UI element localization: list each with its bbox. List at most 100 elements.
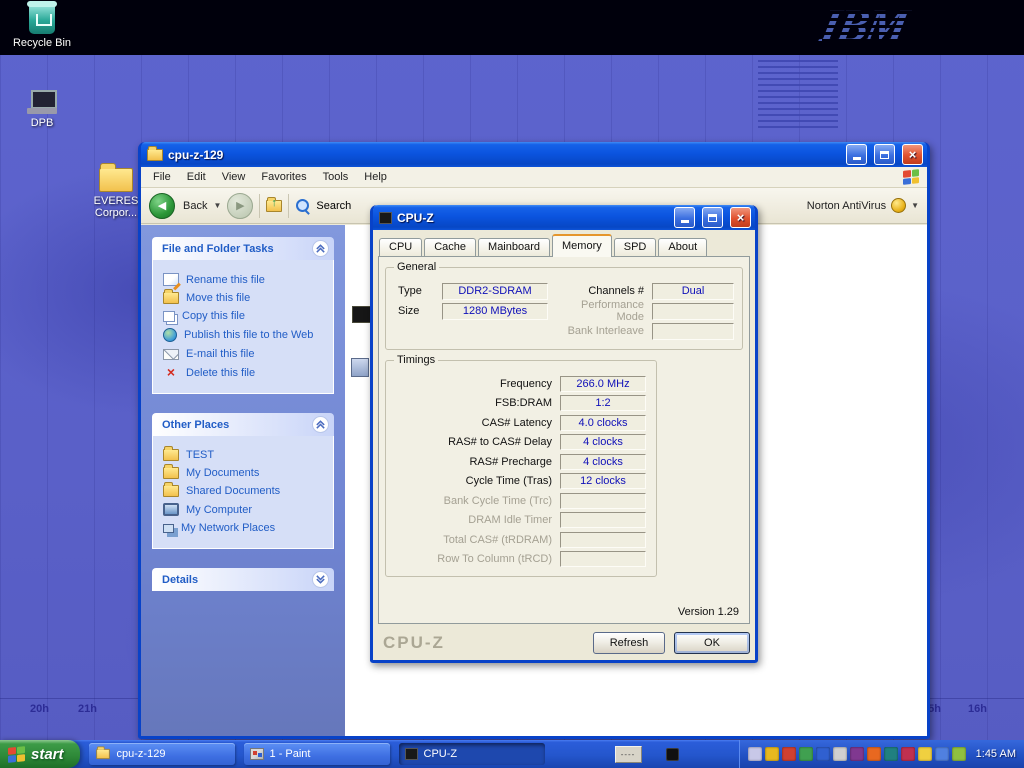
performance-mode-label: Performance Mode: [556, 299, 644, 323]
cpuz-titlebar[interactable]: CPU-Z ×: [373, 205, 755, 230]
menu-view[interactable]: View: [214, 169, 254, 185]
place-my-documents[interactable]: My Documents: [163, 467, 327, 479]
groupbox-title: General: [394, 261, 439, 273]
taskbar-button-paint[interactable]: 1 - Paint: [244, 743, 390, 765]
rename-icon: [163, 273, 179, 286]
ok-button[interactable]: OK: [674, 632, 750, 654]
tray-icon[interactable]: [833, 747, 847, 761]
back-dropdown-icon[interactable]: ▼: [213, 201, 221, 210]
close-button[interactable]: ×: [902, 144, 923, 165]
menu-tools[interactable]: Tools: [315, 169, 357, 185]
desktop-icon-dpb[interactable]: DPB: [6, 90, 78, 129]
menu-edit[interactable]: Edit: [179, 169, 214, 185]
type-value-field: DDR2-SDRAM: [442, 283, 548, 300]
norton-antivirus-control[interactable]: Norton AntiVirus ▼: [807, 198, 919, 213]
performance-mode-field: [652, 303, 734, 320]
collapse-button[interactable]: [312, 240, 329, 257]
folder-icon: [147, 149, 163, 161]
task-label: cpu-z-129: [117, 748, 166, 760]
back-button[interactable]: ◀: [149, 193, 175, 219]
chevron-up-icon: [315, 243, 326, 254]
back-label[interactable]: Back: [183, 200, 207, 212]
task-delete-file[interactable]: × Delete this file: [163, 366, 327, 379]
start-button[interactable]: start: [0, 740, 80, 768]
minimize-button[interactable]: [846, 144, 867, 165]
collapse-button[interactable]: [312, 416, 329, 433]
explorer-titlebar[interactable]: cpu-z-129 ×: [141, 142, 927, 167]
task-copy-file[interactable]: Copy this file: [163, 310, 327, 322]
cpuz-watermark: CPU-Z: [383, 633, 445, 653]
task-label: Copy this file: [182, 310, 245, 322]
place-my-network-places[interactable]: My Network Places: [163, 522, 327, 534]
copy-icon: [163, 311, 175, 322]
taskbar-button-cpuz[interactable]: CPU-Z: [399, 743, 545, 765]
tab-spd[interactable]: SPD: [614, 238, 657, 257]
tab-about[interactable]: About: [658, 238, 707, 257]
tab-mainboard[interactable]: Mainboard: [478, 238, 550, 257]
wallpaper-stripes: [758, 60, 838, 132]
task-label: E-mail this file: [186, 348, 254, 360]
tab-memory[interactable]: Memory: [552, 234, 612, 257]
tray-icon[interactable]: [765, 747, 779, 761]
task-label: Rename this file: [186, 274, 265, 286]
tray-icon[interactable]: [952, 747, 966, 761]
cpuz-body: CPU Cache Mainboard Memory SPD About Gen…: [373, 230, 755, 660]
maximize-button[interactable]: [874, 144, 895, 165]
tray-icon[interactable]: [799, 747, 813, 761]
pane-file-and-folder-tasks: File and Folder Tasks Rename this file M: [152, 237, 334, 394]
task-rename-file[interactable]: Rename this file: [163, 273, 327, 286]
refresh-button[interactable]: Refresh: [593, 632, 665, 654]
timing-label: CAS# Latency: [394, 417, 552, 429]
tray-icon[interactable]: [782, 747, 796, 761]
cycle-time-field: 12 clocks: [560, 473, 646, 489]
menu-help[interactable]: Help: [356, 169, 395, 185]
tray-icon[interactable]: [935, 747, 949, 761]
file-icon[interactable]: [351, 358, 369, 377]
email-icon: [163, 349, 179, 360]
pane-header-file-tasks[interactable]: File and Folder Tasks: [152, 237, 334, 260]
up-folder-button[interactable]: ↑: [266, 200, 282, 212]
place-test[interactable]: TEST: [163, 449, 327, 461]
timing-label: Frequency: [394, 378, 552, 390]
minimize-button[interactable]: [674, 207, 695, 228]
tray-icon[interactable]: [918, 747, 932, 761]
menu-bar: File Edit View Favorites Tools Help: [141, 167, 927, 188]
maximize-button[interactable]: [702, 207, 723, 228]
search-button[interactable]: Search: [316, 200, 351, 212]
expand-button[interactable]: [312, 571, 329, 588]
place-my-computer[interactable]: My Computer: [163, 503, 327, 516]
icon-label: DPB: [31, 117, 54, 129]
forward-button[interactable]: ▶: [227, 193, 253, 219]
taskbar-clock[interactable]: 1:45 AM: [976, 748, 1016, 760]
timing-label: Row To Column (tRCD): [394, 553, 552, 565]
cpuz-file-icon[interactable]: [352, 306, 371, 323]
tray-icon[interactable]: [850, 747, 864, 761]
tray-icon[interactable]: [867, 747, 881, 761]
taskbar-item-icon[interactable]: [666, 748, 679, 761]
pane-header-details[interactable]: Details: [152, 568, 334, 591]
menu-favorites[interactable]: Favorites: [253, 169, 314, 185]
tab-cpu[interactable]: CPU: [379, 238, 422, 257]
tray-icon[interactable]: [901, 747, 915, 761]
pane-header-other-places[interactable]: Other Places: [152, 413, 334, 436]
search-icon: [295, 198, 310, 213]
menu-file[interactable]: File: [145, 169, 179, 185]
task-move-file[interactable]: Move this file: [163, 292, 327, 304]
norton-icon: [891, 198, 906, 213]
close-button[interactable]: ×: [730, 207, 751, 228]
taskbar-mini-button[interactable]: ----: [615, 746, 642, 763]
frequency-field: 266.0 MHz: [560, 376, 646, 392]
task-publish-file[interactable]: Publish this file to the Web: [163, 328, 327, 342]
desktop-icon-recycle-bin[interactable]: Recycle Bin: [6, 4, 78, 49]
ras-precharge-field: 4 clocks: [560, 454, 646, 470]
start-label: start: [31, 746, 64, 763]
tray-icon[interactable]: [884, 747, 898, 761]
taskbar-button-cpu-z-129[interactable]: cpu-z-129: [89, 743, 235, 765]
place-shared-documents[interactable]: Shared Documents: [163, 485, 327, 497]
folder-icon: [99, 168, 133, 192]
task-email-file[interactable]: E-mail this file: [163, 348, 327, 360]
tab-cache[interactable]: Cache: [424, 238, 476, 257]
tray-icon[interactable]: [816, 747, 830, 761]
tray-icon[interactable]: [748, 747, 762, 761]
chevron-up-icon: [315, 419, 326, 430]
